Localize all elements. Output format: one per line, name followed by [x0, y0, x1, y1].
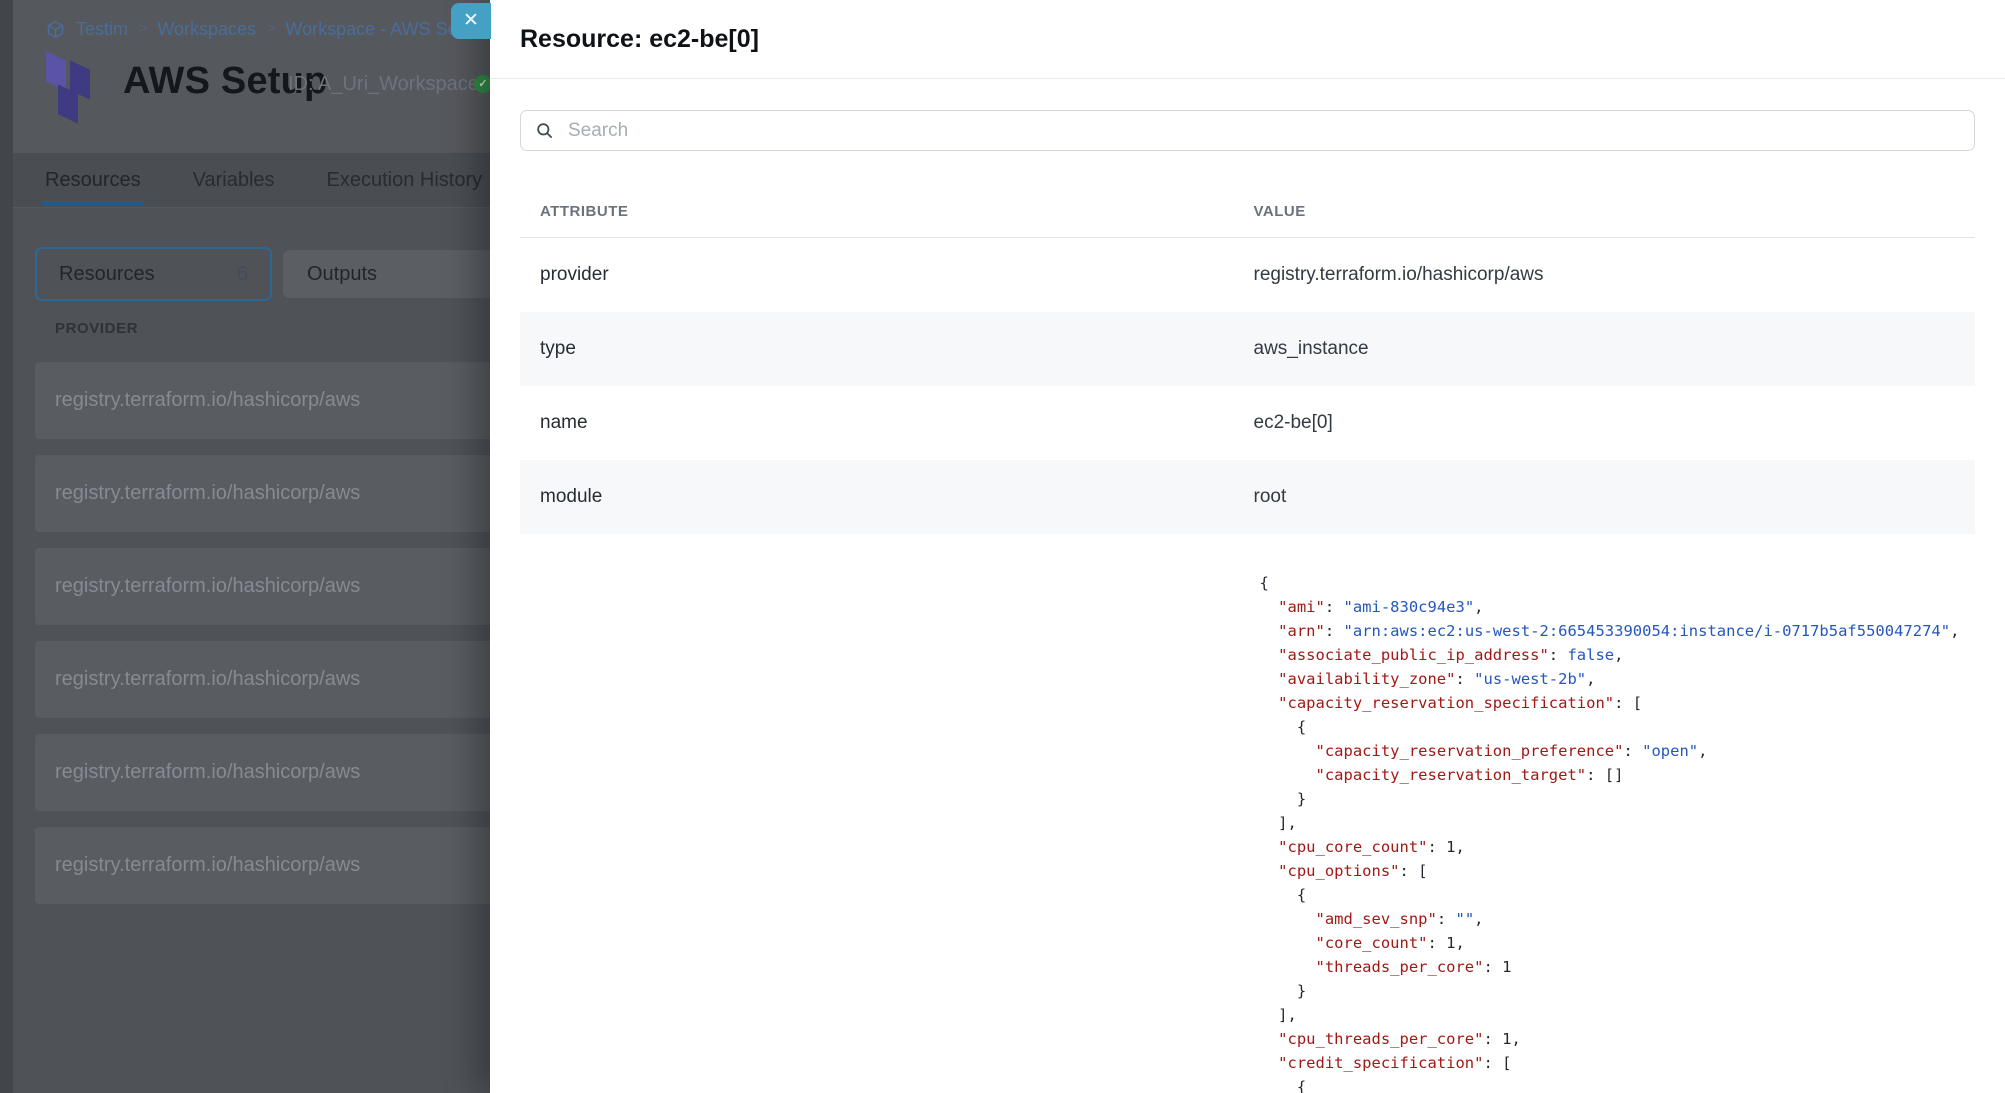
- close-button[interactable]: ✕: [451, 3, 491, 39]
- app-root: Testim > Workspaces > Workspace - AWS Se…: [0, 0, 2005, 1093]
- table-header-row: ATTRIBUTE VALUE: [520, 185, 1975, 238]
- table-row: nameec2-be[0]: [520, 386, 1975, 460]
- value-cell: ec2-be[0]: [1248, 412, 1976, 434]
- value-cell: aws_instance: [1248, 338, 1976, 360]
- attribute-cell: type: [520, 338, 1248, 360]
- value-cell: registry.terraform.io/hashicorp/aws: [1248, 264, 1976, 286]
- modal-overlay[interactable]: [0, 0, 490, 1093]
- attribute-table-body: providerregistry.terraform.io/hashicorp/…: [520, 238, 1975, 534]
- search-input[interactable]: [566, 119, 1960, 143]
- table-row-state: { "ami": "ami-830c94e3", "arn": "arn:aws…: [520, 534, 1975, 1093]
- attribute-cell: provider: [520, 264, 1248, 286]
- close-icon: ✕: [463, 10, 479, 31]
- value-cell: { "ami": "ami-830c94e3", "arn": "arn:aws…: [1248, 534, 1976, 1093]
- value-column-header: VALUE: [1248, 185, 1976, 237]
- attribute-cell: name: [520, 412, 1248, 434]
- resource-drawer: ✕ Resource: ec2-be[0] ATTRIBUTE VALUE pr…: [490, 0, 2005, 1093]
- table-row: moduleroot: [520, 460, 1975, 534]
- resource-state-json: { "ami": "ami-830c94e3", "arn": "arn:aws…: [1254, 534, 1976, 1093]
- table-row: typeaws_instance: [520, 312, 1975, 386]
- attribute-cell: module: [520, 486, 1248, 508]
- attribute-table: ATTRIBUTE VALUE providerregistry.terrafo…: [520, 185, 1975, 1093]
- search-icon: [535, 121, 554, 140]
- value-cell: root: [1248, 486, 1976, 508]
- drawer-title: Resource: ec2-be[0]: [520, 0, 759, 78]
- attribute-column-header: ATTRIBUTE: [520, 185, 1248, 237]
- title-divider: [490, 78, 2005, 79]
- search-box: [520, 110, 1975, 151]
- table-row: providerregistry.terraform.io/hashicorp/…: [520, 238, 1975, 312]
